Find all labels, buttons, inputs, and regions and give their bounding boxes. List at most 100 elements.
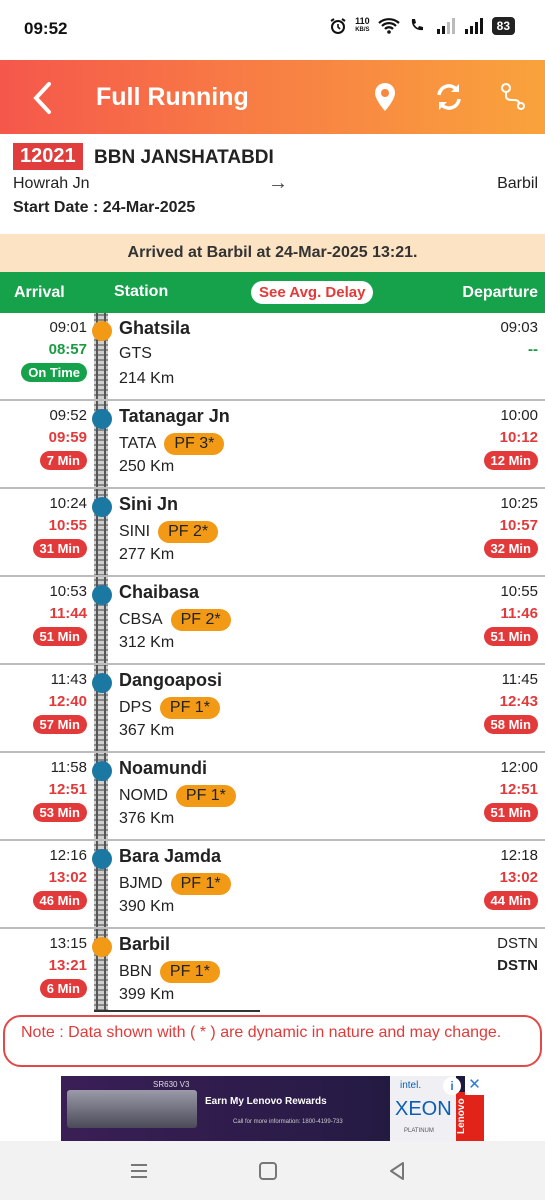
arrival-banner: Arrived at Barbil at 24-Mar-2025 13:21.: [0, 234, 545, 272]
scheduled-departure: 11:45: [501, 671, 538, 688]
scheduled-departure: 10:25: [500, 495, 538, 512]
departure-delay-badge: 58 Min: [483, 715, 538, 734]
actual-arrival: 11:44: [49, 605, 87, 622]
app-bar: Full Running: [0, 60, 545, 134]
platform-badge: PF 1*: [159, 961, 220, 983]
platform-badge: PF 1*: [175, 785, 236, 807]
station-dot: [92, 849, 112, 869]
ad-subtext: Call for more information: 1800-4199-733: [233, 1119, 343, 1125]
route-button[interactable]: [496, 80, 530, 114]
scheduled-departure: 10:55: [500, 583, 538, 600]
actual-departure: 11:46: [500, 605, 538, 622]
scheduled-arrival: 11:58: [50, 759, 87, 776]
actual-departure: DSTN: [497, 957, 538, 974]
station-row-dangoaposi[interactable]: 11:43 12:40 57 Min Dangoaposi DPS PF 1* 3…: [0, 665, 545, 753]
actual-departure: 10:12: [499, 429, 538, 446]
refresh-button[interactable]: [432, 80, 466, 114]
home-button[interactable]: [253, 1156, 283, 1186]
header-station: Station: [114, 283, 169, 300]
station-code: TATA: [119, 435, 157, 452]
refresh-icon: [437, 84, 461, 110]
recent-apps-button[interactable]: [124, 1156, 154, 1186]
station-code-line: BJMD PF 1*: [119, 873, 231, 895]
station-dot: [92, 761, 112, 781]
back-nav-button[interactable]: [382, 1156, 412, 1186]
wifi-icon: [377, 18, 400, 34]
actual-departure: 12:43: [499, 693, 538, 710]
actual-arrival: 10:55: [48, 517, 87, 534]
station-name: Noamundi: [119, 758, 207, 778]
route-icon: [501, 83, 525, 110]
actual-departure: 12:51: [499, 781, 538, 798]
station-name: Tatanagar Jn: [119, 406, 230, 426]
ad-banner[interactable]: SR630 V3 Earn My Lenovo Rewards Call for…: [61, 1076, 484, 1141]
location-button[interactable]: [368, 80, 402, 114]
station-row-chaibasa[interactable]: 10:53 11:44 51 Min Chaibasa CBSA PF 2* 31…: [0, 577, 545, 665]
ad-headline: Earn My Lenovo Rewards: [205, 1096, 327, 1107]
station-dot: [92, 937, 112, 957]
actual-departure: 13:02: [499, 869, 538, 886]
actual-arrival: 12:40: [48, 693, 87, 710]
page-title: Full Running: [96, 83, 249, 111]
arrival-delay-badge: 31 Min: [32, 539, 87, 558]
station-row-sini[interactable]: 10:24 10:55 31 Min Sini Jn SINI PF 2* 277…: [0, 489, 545, 577]
triangle-back-icon: [390, 1162, 404, 1180]
station-name: Ghatsila: [119, 318, 191, 338]
arrival-delay-badge: 46 Min: [32, 891, 87, 910]
menu-icon: [131, 1164, 147, 1178]
scheduled-arrival: 12:16: [49, 847, 87, 864]
see-avg-delay-button[interactable]: See Avg. Delay: [251, 281, 374, 304]
station-code: DPS: [119, 699, 152, 716]
station-row-tatanagar[interactable]: 09:52 09:59 7 Min Tatanagar Jn TATA PF 3*…: [0, 401, 545, 489]
scheduled-departure: 10:00: [500, 407, 538, 424]
arrival-delay-badge: 6 Min: [39, 979, 87, 998]
station-code-line: BBN PF 1*: [119, 961, 220, 983]
station-name: Sini Jn: [119, 494, 179, 514]
back-button[interactable]: [24, 78, 60, 118]
ad-close-icon[interactable]: ✕: [465, 1076, 484, 1095]
volte-call-icon: [411, 19, 423, 31]
dynamic-data-note: Note : Data shown with ( * ) are dynamic…: [3, 1015, 542, 1067]
ad-info-icon[interactable]: i: [443, 1077, 461, 1095]
station-name: Barbil: [119, 934, 171, 954]
platform-badge: PF 1*: [159, 697, 220, 719]
location-pin-icon: [375, 83, 395, 111]
scheduled-arrival: 13:15: [49, 935, 87, 952]
battery-icon: 83: [491, 17, 515, 35]
status-bar: 09:52 110 KB/S 83: [0, 0, 545, 60]
station-dot: [92, 409, 112, 429]
actual-arrival: 08:57: [48, 341, 87, 358]
station-code: GTS: [119, 345, 152, 362]
signal-icon-1: [436, 18, 455, 34]
scheduled-arrival: 09:52: [49, 407, 87, 424]
arrival-delay-badge: 51 Min: [32, 627, 87, 646]
station-distance: 399 Km: [119, 986, 175, 1003]
scheduled-arrival: 10:24: [49, 495, 87, 512]
station-list: 09:01 08:57 On Time Ghatsila GTS 214 Km …: [0, 313, 545, 1012]
arrival-delay-badge: 53 Min: [32, 803, 87, 822]
station-dot: [92, 673, 112, 693]
station-row-ghatsila[interactable]: 09:01 08:57 On Time Ghatsila GTS 214 Km …: [0, 313, 545, 401]
clock: 09:52: [24, 19, 68, 38]
station-code-line: DPS PF 1*: [119, 697, 220, 719]
station-code-line: SINI PF 2*: [119, 521, 219, 543]
signal-icon-2: [464, 18, 483, 34]
scheduled-arrival: 09:01: [49, 319, 87, 336]
station-name: Dangoaposi: [119, 670, 223, 690]
start-date: Start Date : 24-Mar-2025: [13, 199, 196, 216]
departure-delay-badge: 44 Min: [483, 891, 538, 910]
station-row-noamundi[interactable]: 11:58 12:51 53 Min Noamundi NOMD PF 1* 37…: [0, 753, 545, 841]
station-distance: 250 Km: [119, 458, 175, 475]
station-name: Chaibasa: [119, 582, 200, 602]
ad-model: SR630 V3: [153, 1080, 190, 1089]
station-distance: 214 Km: [119, 370, 175, 387]
station-name: Bara Jamda: [119, 846, 222, 866]
station-dot: [92, 321, 112, 341]
actual-arrival: 13:02: [48, 869, 87, 886]
station-row-barbil[interactable]: 13:15 13:21 6 Min Barbil BBN PF 1* 399 Km…: [0, 929, 545, 1017]
scheduled-arrival: 11:43: [50, 671, 87, 688]
station-row-bara-jamda[interactable]: 12:16 13:02 46 Min Bara Jamda BJMD PF 1* …: [0, 841, 545, 929]
actual-departure: 10:57: [499, 517, 538, 534]
station-dot: [92, 497, 112, 517]
arrival-delay-badge: 7 Min: [39, 451, 87, 470]
